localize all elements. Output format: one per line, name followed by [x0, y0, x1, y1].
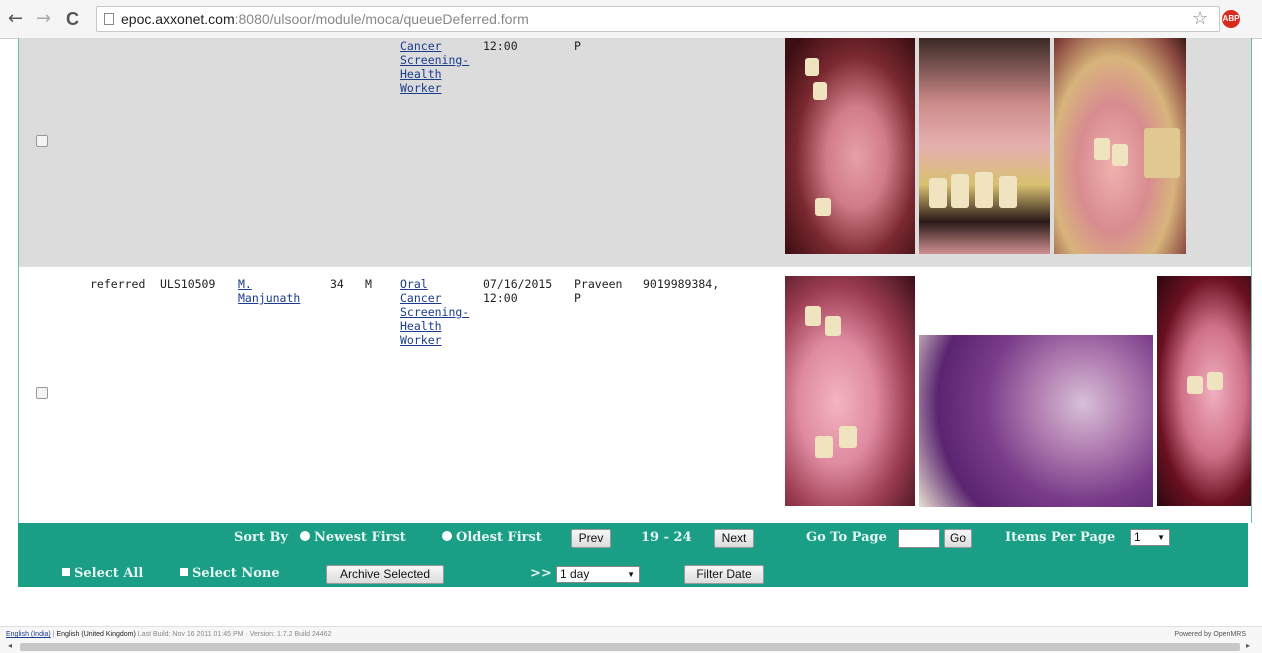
patient-image[interactable] — [1054, 38, 1186, 254]
table-row: referred ULS10509 M. Manjunath 34 M Oral… — [19, 266, 1251, 524]
referral-status: referred — [90, 277, 146, 291]
sort-oldest-radio[interactable]: Oldest First — [442, 530, 542, 546]
filter-date-button[interactable]: Filter Date — [684, 565, 764, 584]
locale-current: English (United Kingdom) — [56, 631, 136, 638]
patient-image[interactable] — [785, 276, 915, 506]
observer-name: Praveen P — [574, 277, 623, 305]
locale-link-india[interactable]: English (India) — [6, 631, 51, 638]
checkbox-square-icon — [180, 567, 188, 576]
page-icon — [104, 13, 114, 25]
go-button[interactable]: Go — [944, 529, 972, 548]
url-path: :8080/ulsoor/module/moca/queueDeferred.f… — [234, 11, 529, 27]
patient-gender: M — [365, 277, 372, 291]
address-bar[interactable]: epoc.axxonet.com:8080/ulsoor/module/moca… — [96, 6, 1220, 32]
patient-id: ULS10509 — [160, 277, 216, 291]
sort-newest-radio[interactable]: Newest First — [300, 530, 406, 546]
phone-number: 9019989384, — [643, 277, 720, 291]
queue-table: Cancer Screening- Health Worker 12:00 P … — [18, 38, 1252, 524]
encounter-date: 12:00 — [483, 39, 518, 53]
patient-image[interactable] — [785, 38, 915, 254]
page-number-input[interactable] — [898, 529, 940, 548]
select-none-link[interactable]: Select None — [180, 566, 280, 582]
back-icon[interactable]: ← — [8, 9, 23, 29]
archive-selected-button[interactable]: Archive Selected — [326, 565, 444, 584]
items-per-page-label: Items Per Page — [1005, 530, 1116, 545]
horizontal-scrollbar[interactable] — [20, 643, 1240, 651]
scroll-right-icon[interactable]: ▸ — [1246, 641, 1250, 650]
dropdown-arrow-icon: ▼ — [1157, 533, 1165, 542]
items-per-page-select[interactable]: 1 ▼ — [1130, 529, 1170, 546]
bookmark-star-icon[interactable]: ☆ — [1192, 8, 1208, 29]
url-host: epoc.axxonet.com — [121, 11, 235, 27]
patient-image[interactable] — [1157, 276, 1251, 506]
browser-toolbar: ← → C epoc.axxonet.com:8080/ulsoor/modul… — [0, 0, 1262, 39]
forward-icon[interactable]: → — [36, 9, 51, 29]
select-all-link[interactable]: Select All — [62, 566, 143, 582]
next-button[interactable]: Next — [714, 529, 754, 548]
sort-by-label: Sort By — [234, 530, 288, 545]
row-checkbox[interactable] — [36, 387, 48, 399]
queue-toolbar: Sort By Newest First Oldest First Prev 1… — [18, 523, 1248, 587]
prev-button[interactable]: Prev — [571, 529, 611, 548]
date-range-arrow: >> — [530, 566, 552, 581]
date-range-select[interactable]: 1 day ▼ — [556, 566, 640, 583]
procedure-link[interactable]: Cancer Screening- Health Worker — [400, 39, 469, 95]
patient-age: 34 — [330, 277, 344, 291]
reload-icon[interactable]: C — [66, 9, 79, 29]
table-row: Cancer Screening- Health Worker 12:00 P — [19, 38, 1251, 266]
row-checkbox[interactable] — [36, 135, 48, 147]
locale-links: English (India) | English (United Kingdo… — [6, 631, 332, 638]
adblock-icon[interactable]: ABP — [1222, 10, 1240, 28]
scroll-left-icon[interactable]: ◂ — [8, 641, 12, 650]
radio-icon — [442, 530, 452, 541]
radio-icon — [300, 530, 310, 541]
encounter-date: 07/16/2015 12:00 — [483, 277, 553, 305]
build-info: Last Build: Nov 16 2011 01:45 PM · Versi… — [137, 631, 332, 638]
checkbox-square-icon — [62, 567, 70, 576]
go-to-page-label: Go To Page — [806, 530, 887, 545]
procedure-link[interactable]: Oral Cancer Screening- Health Worker — [400, 277, 469, 347]
page-footer: English (India) | English (United Kingdo… — [0, 626, 1262, 653]
patient-name-link[interactable]: M. Manjunath — [238, 277, 300, 305]
patient-image[interactable] — [919, 335, 1153, 507]
patient-image[interactable] — [919, 38, 1050, 254]
dropdown-arrow-icon: ▼ — [627, 570, 635, 579]
observer-name: P — [574, 39, 581, 53]
powered-by: Powered by OpenMRS — [1174, 631, 1246, 638]
page-range: 19 - 24 — [641, 530, 692, 545]
